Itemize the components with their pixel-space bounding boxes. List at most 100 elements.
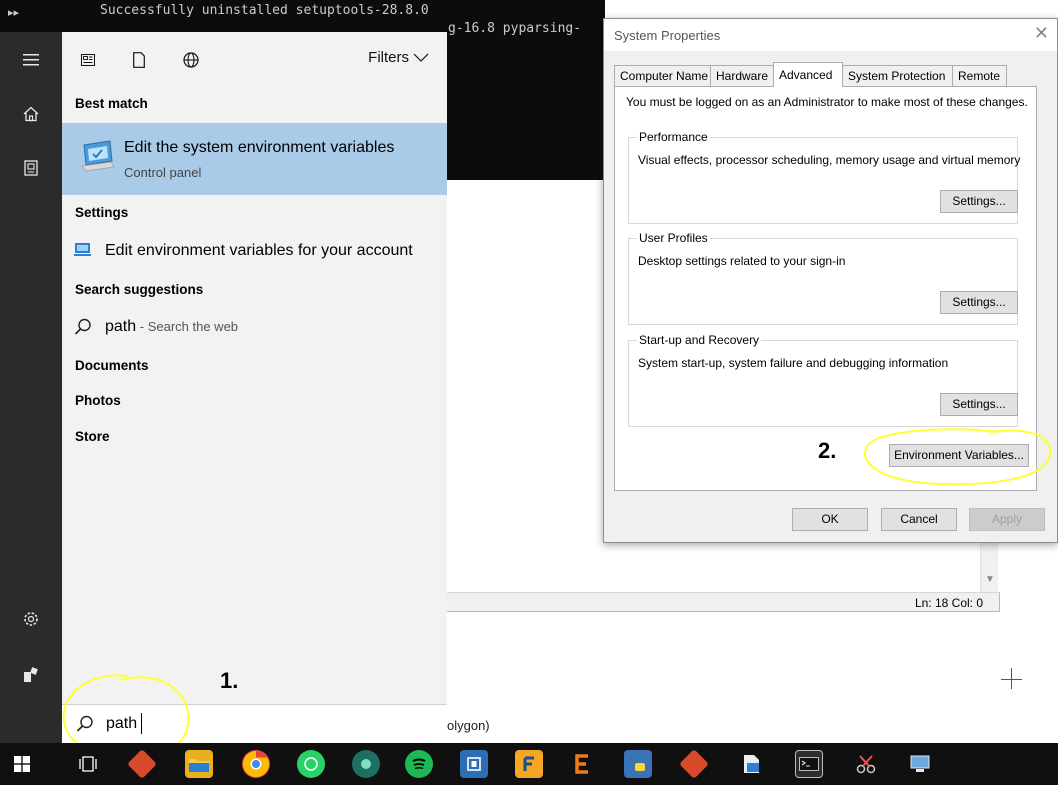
console-line-2: g-16.8 pyparsing- [448,21,582,36]
folder-icon [189,759,209,772]
background-text: olygon) [447,718,490,733]
suggestion-query: path [105,318,137,335]
best-match-result[interactable]: Edit the system environment variables Co… [62,123,447,195]
app-icon [361,759,371,769]
search-box-icon [76,715,94,738]
python-icon [631,757,645,771]
app-f[interactable] [515,750,543,778]
task-view-button[interactable] [74,750,102,778]
chrome-icon [243,751,269,777]
tab-computer-name[interactable]: Computer Name [614,65,711,86]
app-green[interactable] [352,750,380,778]
tab-hardware[interactable]: Hardware [710,65,774,86]
section-search-suggestions: Search suggestions [75,282,204,297]
text-caret [141,713,142,734]
user-profiles-description: Desktop settings related to your sign-in [638,254,846,268]
performance-legend: Performance [637,130,710,144]
git-gui-app[interactable] [679,749,709,779]
task-view-icon [79,756,97,772]
web-search-suggestion[interactable]: path - Search the web [62,311,447,343]
performance-settings-button[interactable]: Settings... [940,190,1018,213]
whatsapp-app[interactable] [297,750,325,778]
suggestion-text: path - Search the web [105,318,238,336]
best-match-title: Edit the system environment variables [124,139,395,156]
scroll-down-icon[interactable]: ▼ [985,574,995,585]
tab-system-protection[interactable]: System Protection [842,65,953,86]
app-e[interactable] [568,750,596,778]
console-icon: ▸▸ [8,7,20,19]
user-icon[interactable] [0,653,62,697]
home-icon[interactable] [0,92,62,136]
app-icon [575,754,588,774]
spotify-icon [412,758,426,770]
taskbar [0,743,1058,785]
filters-dropdown[interactable]: Filters [368,49,429,66]
app-icon [467,757,481,771]
hamburger-menu-icon[interactable] [0,38,62,82]
gear-icon[interactable] [0,597,62,641]
tab-advanced[interactable]: Advanced [773,62,843,87]
dialog-title: System Properties [614,28,721,43]
close-icon[interactable]: ✕ [1034,23,1049,44]
start-menu-toolbar: Filters [62,32,447,86]
cursor-position: Ln: 18 Col: 0 [914,596,983,610]
section-documents[interactable]: Documents [75,358,149,373]
settings-result-label: Edit environment variables for your acco… [105,242,413,259]
app-icon [910,755,930,772]
system-settings-icon [80,139,116,173]
best-match-subtitle: Control panel [124,165,202,180]
chrome-app[interactable] [242,750,270,778]
notepad-scrollbar[interactable]: ▼ [980,540,998,592]
apps-filter-icon[interactable] [74,46,102,74]
app-icon [523,756,534,771]
section-settings: Settings [75,205,129,220]
settings-result-env-vars[interactable]: Edit environment variables for your acco… [62,235,447,267]
performance-group: Performance Visual effects, processor sc… [628,130,1021,224]
start-menu-panel: Filters Best match Edit the system envir… [62,32,447,743]
start-menu-rail [0,32,62,743]
ok-button[interactable]: OK [792,508,868,531]
suggestion-hint: - Search the web [136,319,239,334]
user-profiles-legend: User Profiles [637,231,710,245]
screen: ▸▸ Successfully uninstalled setuptools-2… [0,0,1058,785]
git-app[interactable] [127,749,157,779]
snipping-tool-app[interactable] [852,750,880,778]
monitor-settings-icon [74,242,92,258]
web-filter-icon[interactable] [177,46,205,74]
apply-button[interactable]: Apply [969,508,1045,531]
crosshair-cursor-v [1011,668,1012,689]
tab-remote[interactable]: Remote [952,65,1007,86]
dialog-titlebar[interactable]: System Properties ✕ [604,19,1057,51]
filters-label: Filters [368,49,409,66]
installer-app[interactable] [738,750,766,778]
user-profiles-settings-button[interactable]: Settings... [940,291,1018,314]
performance-description: Visual effects, processor scheduling, me… [638,153,1021,167]
startup-recovery-legend: Start-up and Recovery [637,333,762,347]
admin-note: You must be logged on as an Administrato… [626,95,1028,109]
environment-variables-button[interactable]: Environment Variables... [889,444,1029,467]
app-last[interactable] [906,750,934,778]
file-explorer-app[interactable] [185,750,213,778]
section-photos[interactable]: Photos [75,393,121,408]
device-icon[interactable] [0,146,62,190]
windows-logo-icon [14,756,30,772]
search-input[interactable] [106,713,406,735]
python-app[interactable] [624,750,652,778]
section-store[interactable]: Store [75,429,110,444]
documents-filter-icon[interactable] [125,46,153,74]
spotify-app[interactable] [405,750,433,778]
start-button[interactable] [8,750,36,778]
terminal-app[interactable] [795,750,823,778]
annotation-step-1: 1. [220,668,239,693]
search-box[interactable] [62,704,447,743]
search-icon [74,318,92,335]
app-blue-square[interactable] [460,750,488,778]
cancel-button[interactable]: Cancel [881,508,957,531]
terminal-icon [799,757,819,771]
section-best-match: Best match [75,96,148,111]
console-line-1: Successfully uninstalled setuptools-28.8… [100,3,429,18]
startup-recovery-description: System start-up, system failure and debu… [638,356,949,370]
annotation-step-2: 2. [818,438,837,463]
chevron-down-icon [413,50,429,65]
startup-recovery-settings-button[interactable]: Settings... [940,393,1018,416]
